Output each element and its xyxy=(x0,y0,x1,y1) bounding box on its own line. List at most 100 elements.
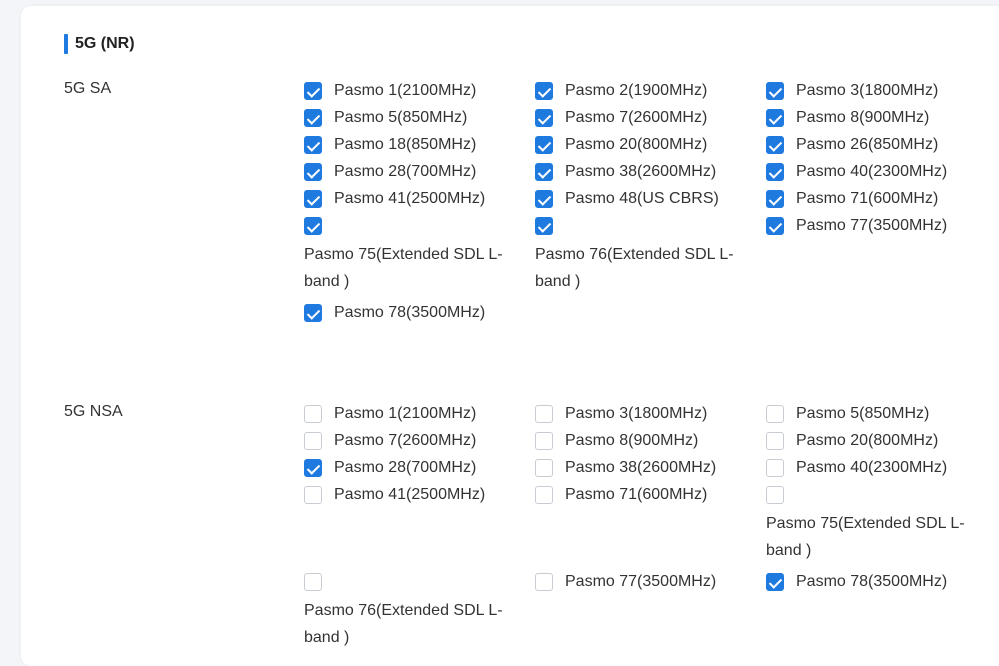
band-option[interactable]: Pasmo 48(US CBRS) xyxy=(535,190,766,208)
band-label: Pasmo 76(Extended SDL L-band ) xyxy=(535,246,734,290)
band-label: Pasmo 1(2100MHz) xyxy=(334,82,477,99)
band-checkbox[interactable] xyxy=(766,136,784,154)
band-option[interactable]: Pasmo 18(850MHz) xyxy=(304,136,535,154)
band-checkbox[interactable] xyxy=(304,573,322,591)
band-label: Pasmo 76(Extended SDL L-band ) xyxy=(304,602,503,646)
band-label: Pasmo 18(850MHz) xyxy=(334,136,477,153)
band-checkbox[interactable] xyxy=(304,486,322,504)
section-title-text: 5G (NR) xyxy=(75,35,135,52)
band-label: Pasmo 28(700MHz) xyxy=(334,163,477,180)
band-checkbox[interactable] xyxy=(766,573,784,591)
band-option[interactable]: Pasmo 75(Extended SDL L-band ) xyxy=(304,217,535,295)
band-option[interactable]: Pasmo 5(850MHz) xyxy=(766,405,994,423)
band-checkbox[interactable] xyxy=(535,459,553,477)
band-option[interactable]: Pasmo 71(600MHz) xyxy=(535,486,766,564)
band-label: Pasmo 40(2300MHz) xyxy=(796,459,948,476)
band-label: Pasmo 40(2300MHz) xyxy=(796,163,948,180)
band-checkbox[interactable] xyxy=(535,432,553,450)
band-label: Pasmo 71(600MHz) xyxy=(796,190,939,207)
band-checkbox[interactable] xyxy=(766,82,784,100)
band-label: Pasmo 2(1900MHz) xyxy=(565,82,708,99)
band-checkbox[interactable] xyxy=(535,136,553,154)
band-checkbox[interactable] xyxy=(304,190,322,208)
section-title-accent-bar xyxy=(64,34,68,54)
band-checkbox[interactable] xyxy=(304,405,322,423)
band-checkbox[interactable] xyxy=(304,82,322,100)
band-label: Pasmo 5(850MHz) xyxy=(334,109,468,126)
band-checkbox[interactable] xyxy=(535,217,553,235)
band-checkbox[interactable] xyxy=(304,136,322,154)
band-checkbox[interactable] xyxy=(304,459,322,477)
band-option[interactable]: Pasmo 2(1900MHz) xyxy=(535,82,766,100)
band-checkbox[interactable] xyxy=(766,109,784,127)
band-checkbox[interactable] xyxy=(535,109,553,127)
band-option[interactable]: Pasmo 1(2100MHz) xyxy=(304,82,535,100)
band-checkbox[interactable] xyxy=(535,573,553,591)
band-option[interactable]: Pasmo 38(2600MHz) xyxy=(535,459,766,477)
band-label: Pasmo 28(700MHz) xyxy=(334,459,477,476)
band-checkbox[interactable] xyxy=(535,486,553,504)
band-checkbox[interactable] xyxy=(304,304,322,322)
band-checkbox[interactable] xyxy=(304,109,322,127)
band-checkbox[interactable] xyxy=(766,405,784,423)
band-option[interactable]: Pasmo 8(900MHz) xyxy=(535,432,766,450)
band-label: Pasmo 1(2100MHz) xyxy=(334,405,477,422)
band-option[interactable]: Pasmo 28(700MHz) xyxy=(304,459,535,477)
band-option[interactable]: Pasmo 40(2300MHz) xyxy=(766,459,994,477)
band-option[interactable]: Pasmo 20(800MHz) xyxy=(535,136,766,154)
band-checkbox[interactable] xyxy=(766,190,784,208)
band-option[interactable]: Pasmo 1(2100MHz) xyxy=(304,405,535,423)
band-option[interactable]: Pasmo 78(3500MHz) xyxy=(304,304,535,322)
band-label: Pasmo 7(2600MHz) xyxy=(565,109,708,126)
band-option[interactable]: Pasmo 20(800MHz) xyxy=(766,432,994,450)
band-checkbox[interactable] xyxy=(535,82,553,100)
band-label: Pasmo 78(3500MHz) xyxy=(796,573,948,590)
group-label-5g-nsa: 5G NSA xyxy=(64,403,123,420)
band-option[interactable]: Pasmo 3(1800MHz) xyxy=(535,405,766,423)
band-option[interactable]: Pasmo 78(3500MHz) xyxy=(766,573,994,651)
band-checkbox[interactable] xyxy=(304,432,322,450)
band-label: Pasmo 75(Extended SDL L-band ) xyxy=(304,246,503,290)
band-checkbox[interactable] xyxy=(766,432,784,450)
band-label: Pasmo 78(3500MHz) xyxy=(334,304,486,321)
band-option[interactable]: Pasmo 3(1800MHz) xyxy=(766,82,994,100)
band-checkbox[interactable] xyxy=(766,163,784,181)
band-option[interactable]: Pasmo 77(3500MHz) xyxy=(535,573,766,651)
band-option[interactable]: Pasmo 5(850MHz) xyxy=(304,109,535,127)
band-option[interactable]: Pasmo 76(Extended SDL L-band ) xyxy=(304,573,535,651)
band-option[interactable]: Pasmo 26(850MHz) xyxy=(766,136,994,154)
band-label: Pasmo 48(US CBRS) xyxy=(565,190,719,207)
band-checkbox[interactable] xyxy=(304,163,322,181)
band-option[interactable]: Pasmo 77(3500MHz) xyxy=(766,217,994,295)
band-checkbox[interactable] xyxy=(535,405,553,423)
band-checkbox[interactable] xyxy=(766,459,784,477)
band-label: Pasmo 38(2600MHz) xyxy=(565,163,717,180)
band-option[interactable]: Pasmo 7(2600MHz) xyxy=(535,109,766,127)
band-option[interactable]: Pasmo 71(600MHz) xyxy=(766,190,994,208)
band-list-5g-nsa: Pasmo 1(2100MHz) Pasmo 3(1800MHz) Pasmo 5(… xyxy=(304,405,994,651)
band-label: Pasmo 75(Extended SDL L-band ) xyxy=(766,515,965,559)
band-option[interactable]: Pasmo 41(2500MHz) xyxy=(304,486,535,564)
band-checkbox[interactable] xyxy=(766,217,784,235)
band-label: Pasmo 3(1800MHz) xyxy=(796,82,939,99)
band-label: Pasmo 8(900MHz) xyxy=(796,109,930,126)
band-option[interactable]: Pasmo 41(2500MHz) xyxy=(304,190,535,208)
band-checkbox[interactable] xyxy=(304,217,322,235)
band-checkbox[interactable] xyxy=(535,163,553,181)
band-label: Pasmo 7(2600MHz) xyxy=(334,432,477,449)
band-label: Pasmo 38(2600MHz) xyxy=(565,459,717,476)
section-title: 5G (NR) xyxy=(64,34,135,54)
band-option[interactable]: Pasmo 7(2600MHz) xyxy=(304,432,535,450)
band-option[interactable]: Pasmo 28(700MHz) xyxy=(304,163,535,181)
band-label: Pasmo 8(900MHz) xyxy=(565,432,699,449)
band-label: Pasmo 77(3500MHz) xyxy=(565,573,717,590)
band-checkbox[interactable] xyxy=(535,190,553,208)
band-checkbox[interactable] xyxy=(766,486,784,504)
band-option[interactable]: Pasmo 38(2600MHz) xyxy=(535,163,766,181)
band-label: Pasmo 77(3500MHz) xyxy=(796,217,948,234)
band-option[interactable]: Pasmo 40(2300MHz) xyxy=(766,163,994,181)
band-option[interactable]: Pasmo 8(900MHz) xyxy=(766,109,994,127)
band-option[interactable]: Pasmo 75(Extended SDL L-band ) xyxy=(766,486,994,564)
group-label-5g-sa: 5G SA xyxy=(64,80,112,97)
band-option[interactable]: Pasmo 76(Extended SDL L-band ) xyxy=(535,217,766,295)
